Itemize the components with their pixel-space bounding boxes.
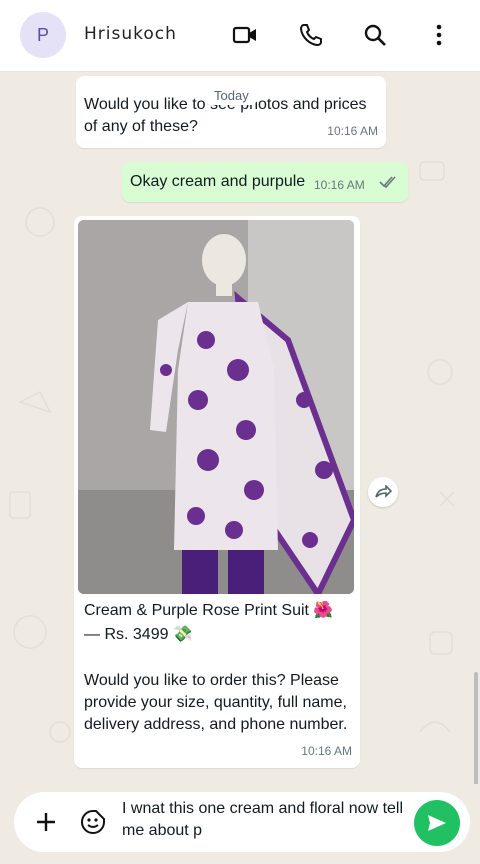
video-call-icon[interactable] (230, 20, 260, 50)
chat-header: P Hrisukoch (0, 0, 480, 72)
sticker-icon[interactable] (80, 809, 106, 835)
more-options-icon[interactable] (424, 20, 454, 50)
send-button[interactable] (414, 800, 460, 846)
product-message-bubble[interactable]: Cream & Purple Rose Print Suit 🌺 — Rs. 3… (74, 216, 360, 768)
message-time: 10:16 AM (327, 124, 378, 138)
message-text: Okay cream and purpule (130, 173, 306, 190)
message-input[interactable]: I wnat this one cream and floral now tel… (122, 798, 412, 842)
product-title: Cream & Purple Rose Print Suit 🌺 (84, 602, 334, 619)
product-photo-suit (78, 220, 354, 594)
message-bubble-outgoing[interactable]: Okay cream and purpule 10:16 AM (122, 162, 408, 202)
message-time: 10:16 AM (301, 744, 352, 758)
message-time: 10:16 AM (314, 178, 365, 192)
send-icon (428, 815, 446, 831)
message-composer: I wnat this one cream and floral now tel… (0, 784, 480, 864)
forward-icon (375, 485, 392, 498)
plus-icon[interactable] (34, 810, 58, 834)
chat-area[interactable]: Would you like to see photos and prices … (0, 72, 480, 784)
chat-scrollbar[interactable] (474, 672, 478, 784)
order-request-text: Would you like to order this? Please pro… (84, 672, 348, 733)
search-icon[interactable] (360, 20, 390, 50)
double-check-icon (379, 176, 396, 188)
contact-name[interactable]: Hrisukoch (84, 24, 177, 44)
avatar-letter: P (36, 24, 49, 45)
product-price: — Rs. 3499 💸 (84, 626, 193, 643)
product-image[interactable] (78, 220, 354, 594)
message-input-container[interactable]: I wnat this one cream and floral now tel… (14, 792, 470, 852)
date-divider: Today (206, 86, 257, 105)
voice-call-icon[interactable] (296, 20, 326, 50)
forward-button[interactable] (368, 477, 398, 507)
contact-avatar[interactable]: P (20, 12, 66, 58)
